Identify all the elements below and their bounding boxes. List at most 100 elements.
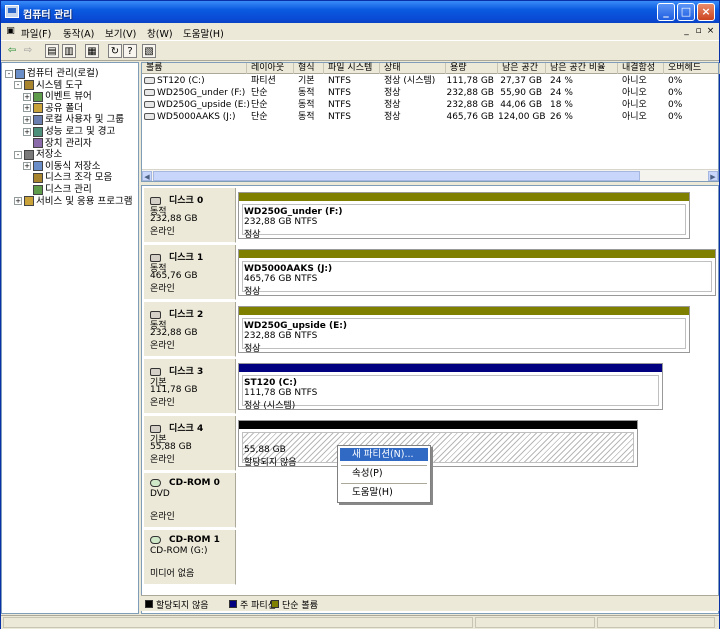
disk-label[interactable]: 디스크 3 기본 111,78 GB 온라인 (144, 359, 236, 414)
partition-block[interactable]: WD250G_upside (E:) 232,88 GB NTFS 정상 (238, 306, 690, 354)
help-icon[interactable]: ? (123, 44, 137, 58)
partition-block[interactable]: WD250G_under (F:) 232,88 GB NTFS 정상 (238, 192, 690, 240)
volume-cell: NTFS (328, 112, 351, 122)
partition-color-bar (239, 364, 662, 372)
menu-file[interactable]: 파일(F) (21, 26, 51, 40)
volume-cell: 단순 (251, 112, 268, 122)
cdrom-state: 미디어 없음 (150, 569, 195, 579)
column-header[interactable]: 용량 (446, 63, 498, 74)
menu-action[interactable]: 동작(A) (63, 26, 94, 40)
properties-icon[interactable]: ▦ (85, 44, 99, 58)
disk-label[interactable]: 디스크 0 동적 232,88 GB 온라인 (144, 188, 236, 243)
unallocated-block[interactable]: 55,88 GB 할당되지 않음 (238, 420, 638, 468)
refresh-icon[interactable]: ↻ (108, 44, 122, 58)
show-hide-tree-icon[interactable]: ▥ (62, 44, 76, 58)
disk-size: 465,76 GB (150, 271, 198, 281)
column-header[interactable]: 내결함성 (618, 63, 664, 74)
cdrom-label[interactable]: CD-ROM 0 DVD 온라인 (144, 473, 236, 528)
tree-item[interactable]: + 로컬 사용자 및 그룹 (23, 111, 124, 125)
column-header[interactable]: 상태 (380, 63, 446, 74)
partition-color-bar (239, 193, 689, 201)
partition-status: 할당되지 않음 (244, 458, 297, 468)
tree-item[interactable]: - 저장소 (14, 146, 62, 160)
volume-row[interactable]: WD250G_under (F:) 단순 동적 NTFS 정상 232,88 GB 55,9… (142, 87, 718, 99)
volume-name: WD250G_under (F:) (144, 87, 245, 99)
column-header[interactable]: 남은 공간 비율 (546, 63, 618, 74)
column-header[interactable]: 오버헤드 (664, 63, 720, 74)
volume-row[interactable]: WD5000AAKS (J:) 단순 동적 NTFS 정상 465,76 GB 124,00… (142, 111, 718, 123)
partition-title: WD250G_upside (E:) (244, 321, 348, 331)
legend-bar: 할당되지 않음 주 파티션 단순 볼륨 (141, 595, 719, 611)
volume-cell: 단순 (251, 100, 268, 110)
column-header[interactable]: 파일 시스템 (324, 63, 380, 74)
mdi-close-button[interactable]: × (705, 26, 716, 37)
menu-window[interactable]: 창(W) (147, 26, 173, 40)
tree-item[interactable]: - 시스템 도구 (14, 77, 83, 91)
volume-cell: 0% (668, 112, 683, 122)
collapse-icon[interactable]: - (5, 69, 13, 78)
legend-swatch-simple (271, 600, 279, 608)
volume-cell: 정상 (시스템) (384, 76, 436, 86)
volume-row[interactable]: ST120 (C:) 파티션 기본 NTFS 정상 (시스템) 111,78 GB 27,3… (142, 75, 718, 87)
tree-item[interactable]: + 성능 로그 및 경고 (23, 123, 115, 137)
tree-item[interactable]: 디스크 조각 모음 (23, 169, 112, 183)
scroll-right-arrow-icon[interactable]: ▶ (708, 171, 718, 181)
scrollbar-thumb[interactable] (153, 171, 640, 181)
disk-label[interactable]: 디스크 1 동적 465,76 GB 온라인 (144, 245, 236, 300)
context-menu: 새 파티션(N)... 속성(P) 도움말(H) (337, 445, 431, 503)
scroll-left-arrow-icon[interactable]: ◀ (142, 171, 152, 181)
volume-list-header: 볼륨 레이아웃 형식 파일 시스템 상태 용량 남은 공간 남은 공간 비율 내결함성 오버헤드 (142, 63, 720, 74)
tree-item[interactable]: 디스크 관리 (23, 181, 92, 195)
expand-icon[interactable]: + (14, 197, 22, 206)
disk-state: 온라인 (150, 398, 175, 408)
menu-view[interactable]: 보기(V) (105, 26, 136, 40)
back-arrow-icon[interactable]: ⇦ (5, 44, 19, 58)
tree-item[interactable]: + 이벤트 뷰어 (23, 88, 92, 102)
close-button[interactable]: × (697, 3, 715, 21)
horizontal-scrollbar[interactable]: ◀ ▶ (142, 169, 718, 181)
disk-label[interactable]: 디스크 4 기본 55,88 GB 온라인 (144, 416, 236, 471)
context-menu-help[interactable]: 도움말(H) (340, 486, 428, 499)
volume-cell: 정상 (384, 100, 401, 110)
tree-item[interactable]: + 이동식 저장소 (23, 158, 100, 172)
menu-help[interactable]: 도움말(H) (183, 26, 224, 40)
volume-name: ST120 (C:) (144, 75, 205, 87)
volume-row[interactable]: WD250G_upside (E:) 단순 동적 NTFS 정상 232,88 GB 44,… (142, 99, 718, 111)
mdi-restore-button[interactable]: ▫ (693, 26, 704, 37)
tree-item[interactable]: 장치 관리자 (23, 135, 92, 149)
collapse-icon[interactable]: - (14, 81, 22, 90)
mdi-minimize-button[interactable]: _ (681, 26, 692, 37)
column-header[interactable]: 형식 (294, 63, 324, 74)
partition-block[interactable]: WD5000AAKS (J:) 465,76 GB NTFS 정상 (238, 249, 716, 297)
volume-cell: 정상 (384, 88, 401, 98)
up-folder-icon[interactable]: ▤ (45, 44, 59, 58)
partition-size: 55,88 GB (244, 445, 286, 455)
volume-name: WD5000AAKS (J:) (144, 111, 235, 123)
disk-label[interactable]: 디스크 2 동적 232,88 GB 온라인 (144, 302, 236, 357)
partition-block[interactable]: ST120 (C:) 111,78 GB NTFS 정상 (시스템) (238, 363, 663, 411)
tree-item[interactable]: + 공유 폴더 (23, 100, 83, 114)
column-header[interactable]: 레이아웃 (247, 63, 294, 74)
tree-item[interactable]: - 컴퓨터 관리(로컬) (5, 65, 99, 79)
title-bar[interactable]: 컴퓨터 관리 _ □ × (1, 1, 719, 23)
system-menu-icon[interactable]: ▣ (5, 26, 16, 37)
volume-cell: 동적 (298, 88, 315, 98)
tree-item[interactable]: + 서비스 및 응용 프로그램 (14, 193, 132, 207)
column-header[interactable]: 남은 공간 (498, 63, 546, 74)
disk-name-text: 디스크 0 (169, 196, 204, 206)
disk-size: 55,88 GB (150, 442, 192, 452)
forward-arrow-icon[interactable]: ⇨ (21, 44, 35, 58)
minimize-button[interactable]: _ (657, 3, 675, 21)
volume-name: WD250G_upside (E:) (144, 99, 250, 111)
view-icon[interactable]: ▧ (142, 44, 156, 58)
context-menu-properties[interactable]: 속성(P) (340, 467, 428, 480)
column-header[interactable]: 볼륨 (142, 63, 247, 74)
partition-size: 465,76 GB NTFS (244, 274, 318, 284)
maximize-button[interactable]: □ (677, 3, 695, 21)
legend-swatch-unallocated (145, 600, 153, 608)
cdrom-label[interactable]: CD-ROM 1 CD-ROM (G:) 미디어 없음 (144, 530, 236, 585)
context-menu-new-partition[interactable]: 새 파티션(N)... (340, 448, 428, 461)
legend-label-unallocated: 할당되지 않음 (156, 601, 209, 611)
disk-name-text: 디스크 2 (169, 310, 204, 320)
collapse-icon[interactable]: - (14, 150, 22, 159)
